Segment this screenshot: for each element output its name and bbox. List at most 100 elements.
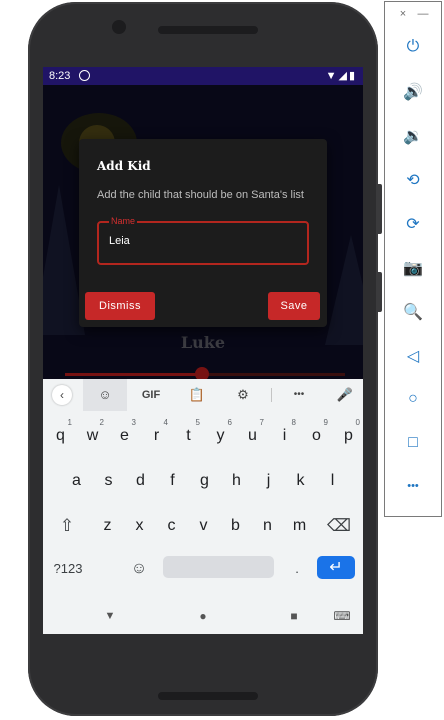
toolbar-divider [271, 388, 272, 402]
rotate-left-button[interactable]: ⟲ [385, 170, 441, 190]
key-x[interactable]: x [125, 511, 154, 541]
nav-back-button[interactable]: ▼ [95, 600, 125, 632]
emulator-minimize-button[interactable]: — [395, 8, 444, 20]
nav-recents-button[interactable]: ■ [279, 600, 309, 632]
key-h[interactable]: h [222, 466, 251, 496]
microphone-icon: 🎤 [336, 387, 354, 402]
chevron-left-icon: ‹ [52, 385, 72, 405]
voice-input-button[interactable]: 🎤 [327, 379, 363, 411]
emoji-key[interactable]: ☺ [125, 554, 153, 584]
key-k[interactable]: k [286, 466, 315, 496]
screenshot-button[interactable]: 📷 [385, 258, 441, 278]
power-icon: ⏻ [406, 38, 420, 55]
shift-key[interactable]: ⇧ [49, 511, 85, 541]
key-u[interactable]: u7 [238, 418, 267, 451]
keyboard-switch-button[interactable]: ⌨ [327, 600, 357, 632]
backspace-icon: ⌫ [326, 516, 352, 535]
key-p[interactable]: p0 [334, 418, 363, 451]
more-button[interactable]: ••• [281, 379, 317, 411]
clipboard-button[interactable]: 📋 [179, 379, 215, 411]
key-i[interactable]: i8 [270, 418, 299, 451]
soft-keyboard: ‹ ☺ GIF 📋 ⚙ ••• 🎤 q1 w2 e3 r4 t5 y6 u7 i… [43, 379, 363, 634]
backspace-key[interactable]: ⌫ [321, 511, 357, 541]
volume-side-button [376, 184, 382, 234]
name-field-value[interactable]: Leia [109, 235, 130, 247]
settings-button[interactable]: ⚙ [225, 379, 261, 411]
key-r[interactable]: r4 [142, 418, 171, 451]
key-a[interactable]: a [62, 466, 91, 496]
status-bar: 8:23 ▼◢▮ [43, 67, 363, 85]
key-w[interactable]: w2 [78, 418, 107, 451]
key-c[interactable]: c [157, 511, 186, 541]
key-m[interactable]: m [285, 511, 314, 541]
status-time: 8:23 [49, 70, 71, 82]
key-o[interactable]: o9 [302, 418, 331, 451]
emu-home-button[interactable]: ○ [385, 390, 441, 408]
volume-down-icon: 🔉 [403, 128, 423, 145]
overview-icon: □ [408, 434, 418, 451]
power-button[interactable]: ⏻ [385, 38, 441, 56]
camera-icon: 📷 [403, 260, 423, 277]
key-j[interactable]: j [254, 466, 283, 496]
key-l[interactable]: l [318, 466, 347, 496]
power-side-button [376, 272, 382, 312]
key-n[interactable]: n [253, 511, 282, 541]
bottom-speaker [158, 692, 258, 700]
shift-icon: ⇧ [59, 516, 75, 535]
symbols-key[interactable]: ?123 [47, 554, 89, 584]
key-d[interactable]: d [126, 466, 155, 496]
zoom-icon: 🔍 [403, 304, 423, 321]
enter-icon: ↵ [329, 559, 343, 576]
gear-icon: ⚙ [237, 387, 249, 402]
key-q[interactable]: q1 [46, 418, 75, 451]
key-v[interactable]: v [189, 511, 218, 541]
dialog-title: Add Kid [97, 159, 151, 173]
period-key[interactable]: . [283, 554, 311, 584]
rotate-left-icon: ⟲ [406, 172, 420, 189]
sticker-button[interactable]: ☺ [83, 379, 127, 411]
rotate-right-button[interactable]: ⟳ [385, 214, 441, 234]
key-t[interactable]: t5 [174, 418, 203, 451]
toolbar-back-button[interactable]: ‹ [51, 379, 73, 411]
key-y[interactable]: y6 [206, 418, 235, 451]
key-e[interactable]: e3 [110, 418, 139, 451]
key-g[interactable]: g [190, 466, 219, 496]
recents-square-icon: ■ [290, 609, 298, 623]
minimize-icon: — [417, 8, 429, 20]
name-field-label: Name [109, 216, 138, 226]
front-camera [112, 20, 126, 34]
key-z[interactable]: z [93, 511, 122, 541]
back-icon: ◁ [406, 348, 420, 365]
rotate-right-icon: ⟳ [406, 216, 420, 233]
volume-up-button[interactable]: 🔊 [385, 82, 441, 102]
keyboard-toolbar: ‹ ☺ GIF 📋 ⚙ ••• 🎤 [43, 379, 363, 411]
emulator-controls-panel: × — ⏻ 🔊 🔉 ⟲ ⟳ 📷 🔍 ◁ ○ □ ••• [384, 1, 442, 517]
save-button[interactable]: Save [268, 292, 320, 320]
dismiss-button[interactable]: Dismiss [85, 292, 155, 320]
back-triangle-icon: ▼ [104, 610, 116, 622]
device-screen: 8:23 ▼◢▮ Luke Add Kid Add the child that… [43, 67, 363, 634]
enter-key[interactable]: ↵ [317, 556, 355, 579]
emu-back-button[interactable]: ◁ [385, 346, 441, 366]
sticker-icon: ☺ [98, 387, 112, 402]
nav-home-button[interactable]: ● [188, 600, 218, 632]
more-icon: ••• [293, 389, 305, 400]
navigation-bar: ▼ ● ■ ⌨ [43, 600, 363, 634]
dnd-icon [79, 70, 90, 81]
top-speaker [158, 26, 258, 34]
emu-overview-button[interactable]: □ [385, 434, 441, 452]
space-key[interactable] [163, 556, 274, 578]
clipboard-icon: 📋 [188, 387, 206, 402]
key-s[interactable]: s [94, 466, 123, 496]
name-field[interactable]: Name Leia [97, 216, 309, 265]
status-icons: ▼◢▮ [325, 70, 357, 82]
key-f[interactable]: f [158, 466, 187, 496]
keyboard-icon: ⌨ [333, 609, 351, 623]
zoom-button[interactable]: 🔍 [385, 302, 441, 322]
gif-button[interactable]: GIF [133, 379, 169, 411]
key-b[interactable]: b [221, 511, 250, 541]
volume-down-button[interactable]: 🔉 [385, 126, 441, 146]
emoji-icon: ☺ [130, 560, 148, 577]
home-icon: ○ [408, 390, 418, 407]
emu-more-button[interactable]: ••• [385, 480, 441, 492]
